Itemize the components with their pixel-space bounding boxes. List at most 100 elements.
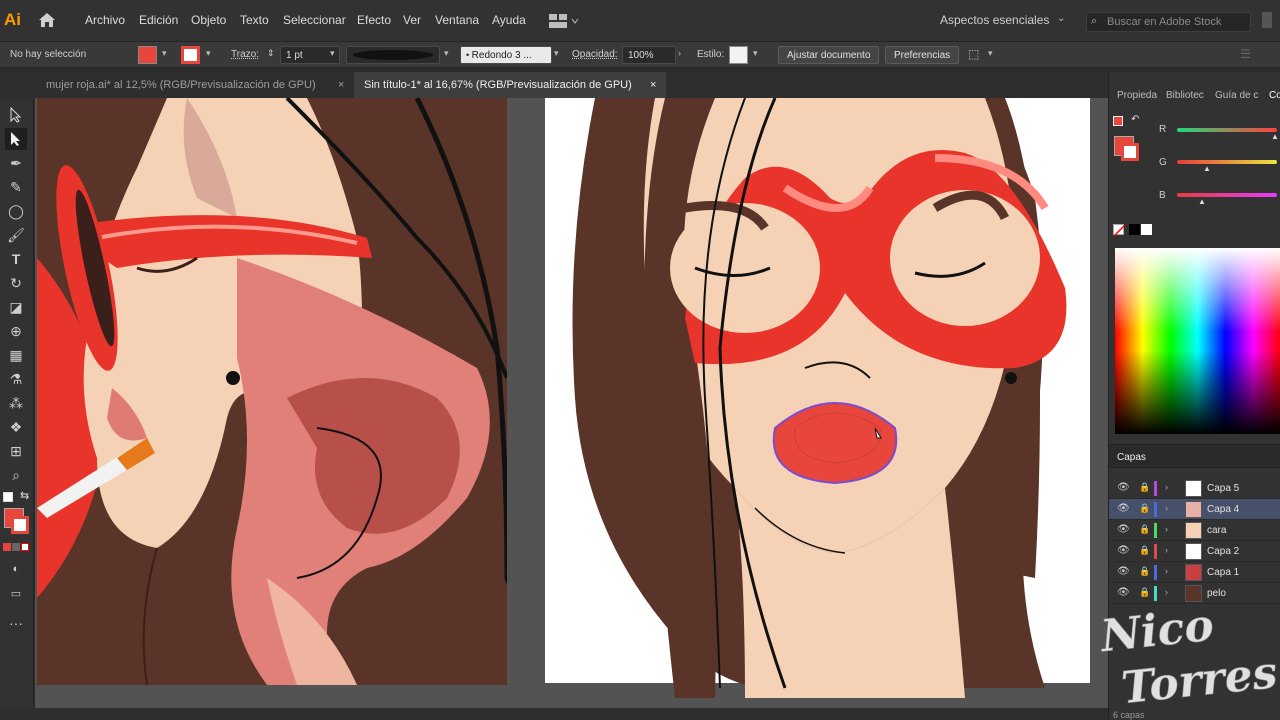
menu-objeto[interactable]: Objeto xyxy=(191,13,226,27)
close-icon[interactable]: × xyxy=(650,79,656,91)
artboard-sin-titulo[interactable] xyxy=(545,98,1090,698)
opacity-field[interactable]: 100% xyxy=(622,46,676,64)
color-spectrum[interactable] xyxy=(1115,248,1280,434)
artboard-tool-icon[interactable]: ⊞ xyxy=(5,440,27,462)
gradient-mode-icon[interactable] xyxy=(12,543,20,551)
menu-seleccionar[interactable]: Seleccionar xyxy=(283,13,346,27)
expand-chevron-icon[interactable]: › xyxy=(1165,545,1168,555)
stroke-color-icon[interactable] xyxy=(11,516,29,534)
visibility-eye-icon[interactable]: 👁 xyxy=(1117,503,1130,514)
chevron-down-icon[interactable]: ▾ xyxy=(330,48,335,59)
r-slider[interactable] xyxy=(1177,128,1277,132)
symbol-sprayer-tool-icon[interactable]: ❖ xyxy=(5,416,27,438)
color-mode-icon[interactable] xyxy=(3,543,11,551)
preferences-button[interactable]: Preferencias xyxy=(885,46,960,64)
layers-title[interactable]: Capas xyxy=(1117,452,1146,463)
opacity-label[interactable]: Opacidad: xyxy=(572,49,618,60)
tab-mujer-roja[interactable]: mujer roja.ai* al 12,5% (RGB/Previsualiz… xyxy=(36,72,354,98)
white-swatch[interactable] xyxy=(1141,224,1152,235)
close-icon[interactable]: × xyxy=(338,79,344,91)
fill-swatch[interactable] xyxy=(138,46,157,64)
g-thumb[interactable]: ▲ xyxy=(1203,164,1211,173)
pen-tool-icon[interactable]: ✒ xyxy=(5,152,27,174)
menu-ventana[interactable]: Ventana xyxy=(435,13,479,27)
canvas-area[interactable] xyxy=(35,98,1108,708)
visibility-eye-icon[interactable]: 👁 xyxy=(1117,482,1130,493)
visibility-eye-icon[interactable]: 👁 xyxy=(1117,545,1130,556)
menu-texto[interactable]: Texto xyxy=(240,13,269,27)
screen-mode-icon[interactable]: ▭ xyxy=(5,582,27,604)
b-slider[interactable] xyxy=(1177,193,1277,197)
tab-guide[interactable]: Guía de c xyxy=(1215,90,1258,101)
more-tools-icon[interactable]: ··· xyxy=(5,612,27,634)
paintbrush-tool-icon[interactable]: 🖌 xyxy=(5,224,27,246)
home-icon[interactable] xyxy=(38,12,56,28)
r-thumb[interactable]: ▲ xyxy=(1271,132,1279,141)
selection-tool-icon[interactable] xyxy=(5,104,27,126)
layer-row[interactable]: 👁 🔒 › Capa 1 xyxy=(1109,562,1280,583)
none-mode-icon[interactable] xyxy=(21,543,29,551)
menu-ayuda[interactable]: Ayuda xyxy=(492,13,526,27)
swap-icon[interactable]: ↶ xyxy=(1131,114,1139,125)
lock-icon[interactable]: 🔒 xyxy=(1139,524,1150,535)
variable-width-profile[interactable]: • Redondo 3 ... xyxy=(460,46,552,64)
direct-selection-tool-icon[interactable] xyxy=(5,128,27,150)
stock-search-input[interactable]: ⌕ Buscar en Adobe Stock xyxy=(1086,12,1251,32)
brush-definition-preview[interactable] xyxy=(346,46,440,64)
arrange-documents-icon[interactable] xyxy=(549,14,579,28)
menu-edicion[interactable]: Edición xyxy=(139,13,178,27)
chevron-right-icon[interactable]: › xyxy=(678,48,681,58)
expand-chevron-icon[interactable]: › xyxy=(1165,524,1168,534)
swap-colors-icon[interactable]: ⇆ xyxy=(20,489,29,502)
fill-mini-icon[interactable] xyxy=(1113,116,1123,126)
type-tool-icon[interactable]: T xyxy=(5,248,27,270)
tab-sin-titulo[interactable]: Sin título-1* al 16,67% (RGB/Previsualiz… xyxy=(354,72,666,98)
stepper-icon[interactable]: ⇕ xyxy=(267,48,275,59)
curvature-tool-icon[interactable]: ✎ xyxy=(5,176,27,198)
lock-icon[interactable]: 🔒 xyxy=(1139,482,1150,493)
tab-properties[interactable]: Propieda xyxy=(1117,90,1157,101)
shape-builder-tool-icon[interactable]: ⊕ xyxy=(5,320,27,342)
black-swatch[interactable] xyxy=(1129,224,1140,235)
graphic-style-swatch[interactable] xyxy=(729,46,748,64)
expand-chevron-icon[interactable]: › xyxy=(1165,482,1168,492)
chevron-down-icon[interactable]: ▾ xyxy=(444,48,449,59)
stroke-swatch[interactable] xyxy=(181,46,200,64)
eraser-tool-icon[interactable]: ◪ xyxy=(5,296,27,318)
artboard-mujer-roja[interactable] xyxy=(37,98,507,685)
expand-chevron-icon[interactable]: › xyxy=(1165,503,1168,513)
menu-efecto[interactable]: Efecto xyxy=(357,13,391,27)
layer-row[interactable]: 👁 🔒 › cara xyxy=(1109,520,1280,541)
g-slider[interactable] xyxy=(1177,160,1277,164)
adjust-document-button[interactable]: Ajustar documento xyxy=(778,46,880,64)
rotate-tool-icon[interactable]: ↻ xyxy=(5,272,27,294)
panel-options-icon[interactable]: ☰ xyxy=(1240,47,1251,61)
visibility-eye-icon[interactable]: 👁 xyxy=(1117,566,1130,577)
chevron-down-icon[interactable]: ▾ xyxy=(554,48,559,59)
draw-mode-icon[interactable]: ◐ xyxy=(5,558,27,580)
chevron-down-icon[interactable]: ⌄ xyxy=(1057,13,1065,24)
lock-icon[interactable]: 🔒 xyxy=(1139,545,1150,556)
chevron-down-icon[interactable]: ▾ xyxy=(988,48,993,59)
chevron-down-icon[interactable]: ▾ xyxy=(162,48,167,59)
menu-ver[interactable]: Ver xyxy=(403,13,421,27)
color-stroke-swatch[interactable] xyxy=(1121,143,1139,161)
b-thumb[interactable]: ▲ xyxy=(1198,197,1206,206)
layer-row[interactable]: 👁 🔒 › Capa 2 xyxy=(1109,541,1280,562)
expand-chevron-icon[interactable]: › xyxy=(1165,566,1168,576)
lock-icon[interactable]: 🔒 xyxy=(1139,503,1150,514)
blend-tool-icon[interactable]: ⁂ xyxy=(5,392,27,414)
stroke-label[interactable]: Trazo: xyxy=(231,49,259,60)
layer-row[interactable]: 👁 🔒 › Capa 4 xyxy=(1109,499,1280,520)
none-swatch-icon[interactable] xyxy=(1113,224,1126,237)
tab-color[interactable]: Co xyxy=(1269,90,1280,101)
eyedropper-tool-icon[interactable]: ⚗ xyxy=(5,368,27,390)
lock-icon[interactable]: 🔒 xyxy=(1139,566,1150,577)
default-colors-icon[interactable] xyxy=(3,492,13,502)
gradient-tool-icon[interactable]: ▦ xyxy=(5,344,27,366)
menu-archivo[interactable]: Archivo xyxy=(85,13,125,27)
visibility-eye-icon[interactable]: 👁 xyxy=(1117,524,1130,535)
align-icon[interactable]: ⬚ xyxy=(968,47,979,61)
zoom-tool-icon[interactable]: ⌕ xyxy=(5,464,27,486)
chevron-down-icon[interactable]: ▾ xyxy=(206,48,211,59)
